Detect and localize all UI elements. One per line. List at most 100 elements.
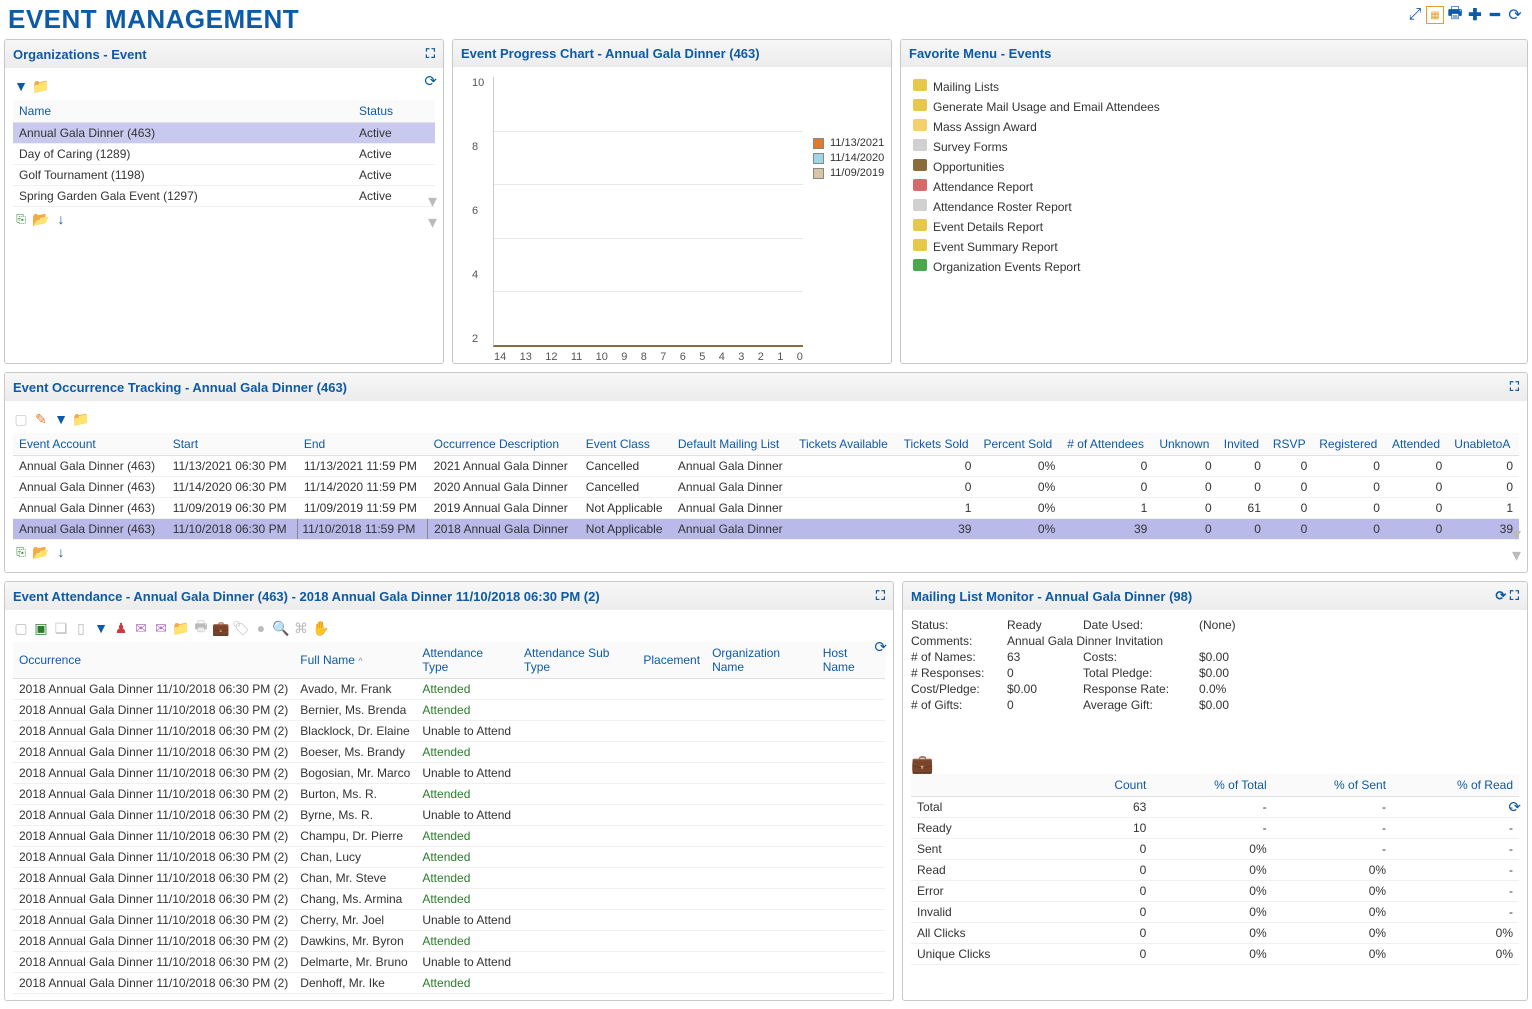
- apple-icon[interactable]: ⌘: [293, 620, 309, 636]
- table-row[interactable]: Annual Gala Dinner (463)11/10/2018 06:30…: [13, 519, 1519, 540]
- table-row[interactable]: 2018 Annual Gala Dinner 11/10/2018 06:30…: [13, 973, 885, 994]
- table-row[interactable]: Read00%0%-: [911, 860, 1519, 881]
- col-header[interactable]: Placement: [637, 642, 706, 679]
- col-header[interactable]: Tickets Sold: [898, 433, 978, 456]
- col-header[interactable]: Invited: [1218, 433, 1267, 456]
- col-header[interactable]: Occurrence Description: [428, 433, 580, 456]
- open-folder-icon[interactable]: 📂: [33, 211, 49, 227]
- table-row[interactable]: Annual Gala Dinner (463)Active: [13, 123, 435, 144]
- table-row[interactable]: 2018 Annual Gala Dinner 11/10/2018 06:30…: [13, 679, 885, 700]
- col-header[interactable]: End: [298, 433, 428, 456]
- refresh-icon[interactable]: ⟳: [424, 72, 437, 90]
- col-header[interactable]: Default Mailing List: [672, 433, 793, 456]
- table-row[interactable]: Annual Gala Dinner (463)11/14/2020 06:30…: [13, 477, 1519, 498]
- maximize-icon[interactable]: ⛶: [876, 588, 885, 604]
- maximize-icon[interactable]: ⛶: [1510, 588, 1519, 603]
- scroll-down-icon[interactable]: ▾▾: [1512, 524, 1521, 566]
- table-row[interactable]: Sent00%--: [911, 839, 1519, 860]
- table-row[interactable]: 2018 Annual Gala Dinner 11/10/2018 06:30…: [13, 700, 885, 721]
- col-header[interactable]: Unknown: [1153, 433, 1217, 456]
- col-header[interactable]: Attendance Sub Type: [518, 642, 637, 679]
- dot-icon[interactable]: ●: [253, 620, 269, 636]
- favorite-item[interactable]: Survey Forms: [911, 137, 1517, 157]
- col-header[interactable]: [911, 774, 1070, 797]
- briefcase-icon[interactable]: 💼: [213, 620, 229, 636]
- table-row[interactable]: Total63---: [911, 797, 1519, 818]
- maximize-icon[interactable]: ⛶: [1510, 379, 1519, 395]
- add-icon[interactable]: ▣: [33, 620, 49, 636]
- folder-icon[interactable]: 📁: [73, 411, 89, 427]
- col-header[interactable]: Organization Name: [706, 642, 817, 679]
- briefcase-icon[interactable]: 💼: [911, 754, 933, 774]
- favorite-item[interactable]: Mailing Lists: [911, 77, 1517, 97]
- table-row[interactable]: Invalid00%0%-: [911, 902, 1519, 923]
- table-row[interactable]: 2018 Annual Gala Dinner 11/10/2018 06:30…: [13, 889, 885, 910]
- favorite-item[interactable]: Opportunities: [911, 157, 1517, 177]
- table-row[interactable]: Unique Clicks00%0%0%: [911, 944, 1519, 965]
- table-row[interactable]: Day of Caring (1289)Active: [13, 144, 435, 165]
- col-name[interactable]: Name: [13, 100, 353, 123]
- table-row[interactable]: 2018 Annual Gala Dinner 11/10/2018 06:30…: [13, 721, 885, 742]
- table-row[interactable]: 2018 Annual Gala Dinner 11/10/2018 06:30…: [13, 742, 885, 763]
- col-header[interactable]: Start: [167, 433, 298, 456]
- col-header[interactable]: RSVP: [1267, 433, 1313, 456]
- favorite-item[interactable]: Organization Events Report: [911, 257, 1517, 277]
- col-header[interactable]: Attendance Type: [416, 642, 518, 679]
- favorite-item[interactable]: Mass Assign Award: [911, 117, 1517, 137]
- export-icon[interactable]: ⎘: [13, 211, 29, 227]
- col-header[interactable]: Attended: [1386, 433, 1448, 456]
- open-folder-icon[interactable]: 📂: [33, 544, 49, 560]
- col-header[interactable]: Percent Sold: [977, 433, 1061, 456]
- table-row[interactable]: 2018 Annual Gala Dinner 11/10/2018 06:30…: [13, 847, 885, 868]
- download-icon[interactable]: ↓: [53, 211, 69, 227]
- export-icon[interactable]: ⎘: [13, 544, 29, 560]
- grid-icon[interactable]: ▦: [1426, 6, 1444, 24]
- table-row[interactable]: 2018 Annual Gala Dinner 11/10/2018 06:30…: [13, 910, 885, 931]
- folder-icon[interactable]: 📁: [173, 620, 189, 636]
- col-header[interactable]: Full Name ^: [294, 642, 416, 679]
- filter-icon[interactable]: ▼: [13, 78, 29, 94]
- filter-icon[interactable]: ▼: [53, 411, 69, 427]
- col-header[interactable]: % of Total: [1152, 774, 1272, 797]
- doc-icon[interactable]: ▯: [73, 620, 89, 636]
- tag-icon[interactable]: 🏷: [233, 620, 249, 636]
- table-row[interactable]: Annual Gala Dinner (463)11/09/2019 06:30…: [13, 498, 1519, 519]
- add-icon[interactable]: ✚: [1466, 6, 1484, 24]
- table-row[interactable]: 2018 Annual Gala Dinner 11/10/2018 06:30…: [13, 826, 885, 847]
- download-icon[interactable]: ↓: [53, 544, 69, 560]
- table-row[interactable]: 2018 Annual Gala Dinner 11/10/2018 06:30…: [13, 931, 885, 952]
- maximize-icon[interactable]: ⛶: [426, 46, 435, 62]
- col-header[interactable]: Count: [1070, 774, 1152, 797]
- remove-icon[interactable]: ━: [1486, 6, 1504, 24]
- table-row[interactable]: Spring Garden Gala Event (1297)Active: [13, 186, 435, 207]
- refresh-icon[interactable]: ⟳: [1495, 588, 1506, 603]
- table-row[interactable]: Golf Tournament (1198)Active: [13, 165, 435, 186]
- table-row[interactable]: 2018 Annual Gala Dinner 11/10/2018 06:30…: [13, 763, 885, 784]
- hand-icon[interactable]: ✋: [313, 620, 329, 636]
- print-icon[interactable]: 🖶: [1446, 6, 1464, 24]
- table-row[interactable]: Annual Gala Dinner (463)11/13/2021 06:30…: [13, 456, 1519, 477]
- folder-icon[interactable]: 📁: [33, 78, 49, 94]
- table-row[interactable]: Error00%0%-: [911, 881, 1519, 902]
- table-row[interactable]: 2018 Annual Gala Dinner 11/10/2018 06:30…: [13, 868, 885, 889]
- col-header[interactable]: % of Sent: [1273, 774, 1392, 797]
- favorite-item[interactable]: Event Summary Report: [911, 237, 1517, 257]
- mail-icon[interactable]: ✉: [133, 620, 149, 636]
- copy-icon[interactable]: ❏: [53, 620, 69, 636]
- col-header[interactable]: Event Account: [13, 433, 167, 456]
- table-row[interactable]: 2018 Annual Gala Dinner 11/10/2018 06:30…: [13, 805, 885, 826]
- expand-icon[interactable]: ⤢: [1406, 6, 1424, 24]
- col-header[interactable]: Registered: [1313, 433, 1386, 456]
- table-row[interactable]: 2018 Annual Gala Dinner 11/10/2018 06:30…: [13, 952, 885, 973]
- table-row[interactable]: 2018 Annual Gala Dinner 11/10/2018 06:30…: [13, 784, 885, 805]
- table-row[interactable]: All Clicks00%0%0%: [911, 923, 1519, 944]
- favorite-item[interactable]: Event Details Report: [911, 217, 1517, 237]
- refresh-icon[interactable]: ⟳: [1506, 6, 1524, 24]
- new-icon[interactable]: ▢: [13, 620, 29, 636]
- favorite-item[interactable]: Attendance Roster Report: [911, 197, 1517, 217]
- search-icon[interactable]: 🔍: [273, 620, 289, 636]
- filter-icon[interactable]: ▼: [93, 620, 109, 636]
- col-header[interactable]: % of Read: [1392, 774, 1519, 797]
- favorite-item[interactable]: Attendance Report: [911, 177, 1517, 197]
- mail2-icon[interactable]: ✉: [153, 620, 169, 636]
